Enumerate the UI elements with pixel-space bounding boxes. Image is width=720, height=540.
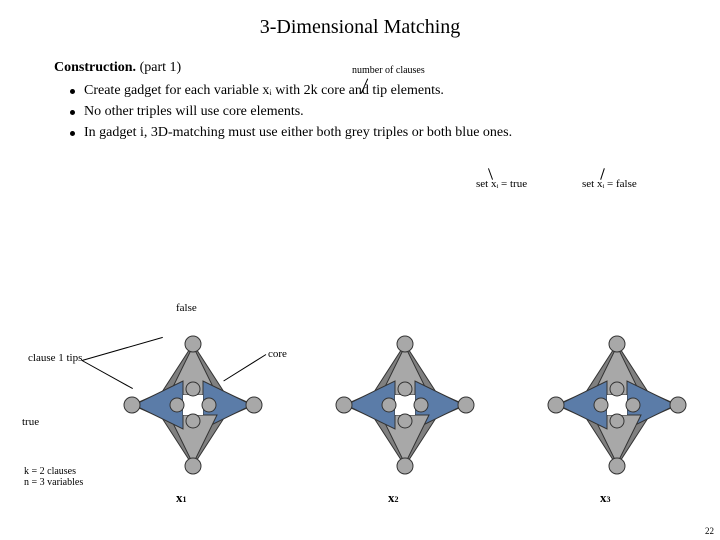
gadget-row: false clause 1 tips core true k = 2 clau… [0, 300, 720, 510]
label-kn: k = 2 clauses n = 3 variables [24, 466, 83, 488]
bullet-list: Create gadget for each variable xᵢ with … [66, 82, 686, 143]
bullet-1: Create gadget for each variable xᵢ with … [66, 82, 686, 101]
lead-word: Construction. [54, 60, 136, 75]
gadget-label-1: x1 [176, 490, 187, 506]
label-clause1-tips: clause 1 tips [28, 352, 82, 364]
lead-tail: (part 1) [136, 60, 181, 75]
label-core: core [268, 348, 287, 360]
ann-set-true: set xᵢ = true [476, 178, 527, 190]
ann-number-of-clauses: number of clauses [352, 65, 425, 76]
gadget-label-3: x3 [600, 490, 611, 506]
ann-set-false: set xᵢ = false [582, 178, 637, 190]
content-block: Construction. (part 1) Create gadget for… [0, 39, 720, 143]
page-title: 3-Dimensional Matching [0, 0, 720, 39]
page-number: 22 [705, 526, 714, 536]
gadget-x1 [118, 330, 268, 480]
gadget-x3 [542, 330, 692, 480]
label-false: false [176, 302, 197, 314]
bullet-2: No other triples will use core elements. [66, 103, 686, 122]
label-true: true [22, 416, 39, 428]
gadget-label-2: x2 [388, 490, 399, 506]
gadget-x2 [330, 330, 480, 480]
bullet-3: In gadget i, 3D-matching must use either… [66, 124, 686, 143]
